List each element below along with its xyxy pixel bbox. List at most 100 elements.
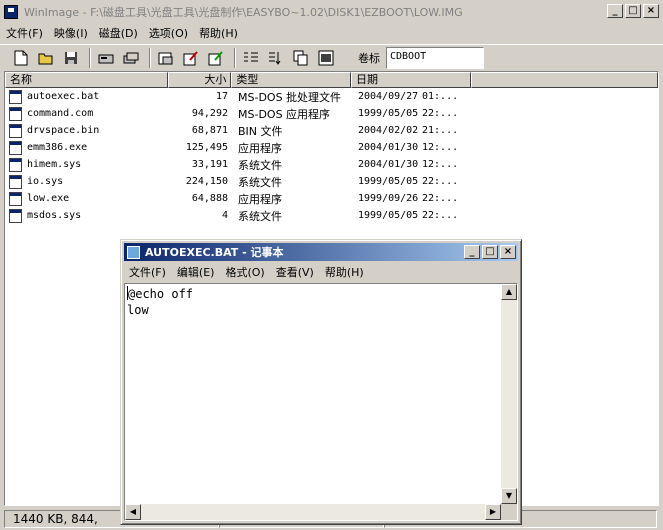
file-time: 12:... <box>422 142 459 153</box>
file-time: 22:... <box>422 108 459 119</box>
notepad-menu-bar: 文件(F) 编辑(E) 格式(O) 查看(V) 帮助(H) <box>124 262 518 281</box>
menu-image[interactable]: 映像(I) <box>54 25 88 41</box>
file-name-cell: low.exe <box>5 191 168 206</box>
notepad-maximize-button[interactable]: □ <box>482 245 498 259</box>
winimage-app-icon[interactable] <box>4 5 18 19</box>
sort-icon[interactable] <box>265 47 287 69</box>
file-name: command.com <box>27 108 94 119</box>
file-date: 1999/09/26 <box>358 193 419 204</box>
file-row[interactable]: msdos.sys 4 系统文件 1999/05/05 22:... <box>5 207 658 224</box>
file-date: 2004/02/02 <box>358 125 419 136</box>
file-row[interactable]: low.exe 64,888 应用程序 1999/09/26 22:... <box>5 190 658 207</box>
scroll-right-icon[interactable]: ▶ <box>485 504 501 520</box>
file-name: msdos.sys <box>27 210 82 221</box>
inject-icon[interactable] <box>180 47 202 69</box>
file-time: 01:... <box>422 91 459 102</box>
file-date: 1999/05/05 <box>358 176 419 187</box>
main-title-bar[interactable]: WinImage - F:\磁盘工具\光盘工具\光盘制作\EASYBO~1.02… <box>0 0 663 24</box>
file-icon <box>9 106 22 121</box>
notepad-content: @echo off low <box>127 286 501 318</box>
file-row[interactable]: emm386.exe 125,495 应用程序 2004/01/30 12:... <box>5 139 658 156</box>
file-icon <box>9 157 22 172</box>
file-size: 17 <box>215 91 228 102</box>
notepad-menu-file[interactable]: 文件(F) <box>129 264 166 280</box>
notepad-title: AUTOEXEC.BAT - 记事本 <box>145 246 284 259</box>
file-name: low.exe <box>27 193 70 204</box>
column-header-type[interactable]: 类型 <box>231 72 351 88</box>
column-header-name[interactable]: 名称 <box>5 72 168 88</box>
menu-help[interactable]: 帮助(H) <box>199 25 238 41</box>
column-header-size[interactable]: 大小 <box>167 72 232 88</box>
file-icon <box>9 89 22 104</box>
notepad-minimize-button[interactable]: _ <box>464 245 480 259</box>
notepad-window[interactable]: AUTOEXEC.BAT - 记事本 _ □ × 文件(F) 编辑(E) 格式(… <box>120 239 522 525</box>
file-icon <box>9 123 22 138</box>
properties-icon[interactable] <box>315 47 337 69</box>
disk-copy-icon[interactable] <box>120 47 142 69</box>
close-button[interactable]: × <box>643 4 659 18</box>
notepad-text-area[interactable]: @echo off low ▲ ▼ ◀ ▶ <box>124 283 518 521</box>
toolbar: 卷标 CDBOOT <box>0 44 663 70</box>
extract-icon[interactable] <box>205 47 227 69</box>
file-list-header: 名称 大小 类型 日期 <box>5 72 658 88</box>
file-size: 4 <box>221 210 228 221</box>
file-row[interactable]: drvspace.bin 68,871 BIN 文件 2004/02/02 21:... <box>5 122 658 139</box>
notepad-title-bar[interactable]: AUTOEXEC.BAT - 记事本 _ □ × <box>124 243 518 261</box>
file-type: 系统文件 <box>238 209 282 223</box>
notepad-close-button[interactable]: × <box>500 245 516 259</box>
scroll-left-icon[interactable]: ◀ <box>125 504 141 520</box>
open-icon[interactable] <box>35 47 57 69</box>
menu-options[interactable]: 选项(O) <box>149 25 188 41</box>
notepad-menu-edit[interactable]: 编辑(E) <box>177 264 215 280</box>
copy-icon[interactable] <box>290 47 312 69</box>
maximize-button[interactable]: □ <box>625 4 641 18</box>
volume-label: 卷标 <box>358 51 380 65</box>
new-icon[interactable] <box>10 47 32 69</box>
notepad-icon[interactable] <box>127 245 140 259</box>
file-name-cell: msdos.sys <box>5 208 168 223</box>
volume-label-field[interactable]: CDBOOT <box>386 46 484 69</box>
file-size: 64,888 <box>191 193 228 204</box>
notepad-menu-view[interactable]: 查看(V) <box>276 264 314 280</box>
resize-grip-icon[interactable] <box>501 504 517 520</box>
file-name: drvspace.bin <box>27 125 100 136</box>
save-icon[interactable] <box>60 47 82 69</box>
vertical-scrollbar[interactable]: ▲ ▼ <box>501 284 517 504</box>
scroll-down-icon[interactable]: ▼ <box>501 488 517 504</box>
file-date: 1999/05/05 <box>358 108 419 119</box>
disk-icon[interactable] <box>95 47 117 69</box>
notepad-line: low <box>127 303 149 317</box>
horizontal-scrollbar[interactable]: ◀ ▶ <box>125 504 501 520</box>
notepad-menu-help[interactable]: 帮助(H) <box>325 264 364 280</box>
file-time: 22:... <box>422 176 459 187</box>
file-row[interactable]: io.sys 224,150 系统文件 1999/05/05 22:... <box>5 173 658 190</box>
file-size: 94,292 <box>191 108 228 119</box>
menu-file[interactable]: 文件(F) <box>6 25 43 41</box>
file-name-cell: emm386.exe <box>5 140 168 155</box>
menu-disk[interactable]: 磁盘(D) <box>99 25 138 41</box>
file-size: 68,871 <box>191 125 228 136</box>
file-type: 系统文件 <box>238 158 282 172</box>
notepad-menu-format[interactable]: 格式(O) <box>225 264 264 280</box>
file-type: MS-DOS 应用程序 <box>238 107 331 121</box>
file-icon <box>9 191 22 206</box>
file-name: autoexec.bat <box>27 91 100 102</box>
menu-bar: 文件(F) 映像(I) 磁盘(D) 选项(O) 帮助(H) <box>0 24 663 42</box>
file-row[interactable]: himem.sys 33,191 系统文件 2004/01/30 12:... <box>5 156 658 173</box>
file-name: himem.sys <box>27 159 82 170</box>
scroll-up-icon[interactable]: ▲ <box>501 284 517 300</box>
file-name-cell: command.com <box>5 106 168 121</box>
file-icon <box>9 140 22 155</box>
file-type: MS-DOS 批处理文件 <box>238 90 342 104</box>
minimize-button[interactable]: _ <box>607 4 623 18</box>
file-type: 应用程序 <box>238 192 282 206</box>
column-header-date[interactable]: 日期 <box>350 72 471 88</box>
column-header-filler <box>470 72 658 88</box>
file-row[interactable]: command.com 94,292 MS-DOS 应用程序 1999/05/05 22… <box>5 105 658 122</box>
file-row[interactable]: autoexec.bat 17 MS-DOS 批处理文件 2004/09/27 01:.… <box>5 88 658 105</box>
file-date: 2004/09/27 <box>358 91 419 102</box>
list-icon[interactable] <box>240 47 262 69</box>
file-date: 2004/01/30 <box>358 142 419 153</box>
file-type: BIN 文件 <box>238 124 283 138</box>
format-icon[interactable] <box>155 47 177 69</box>
